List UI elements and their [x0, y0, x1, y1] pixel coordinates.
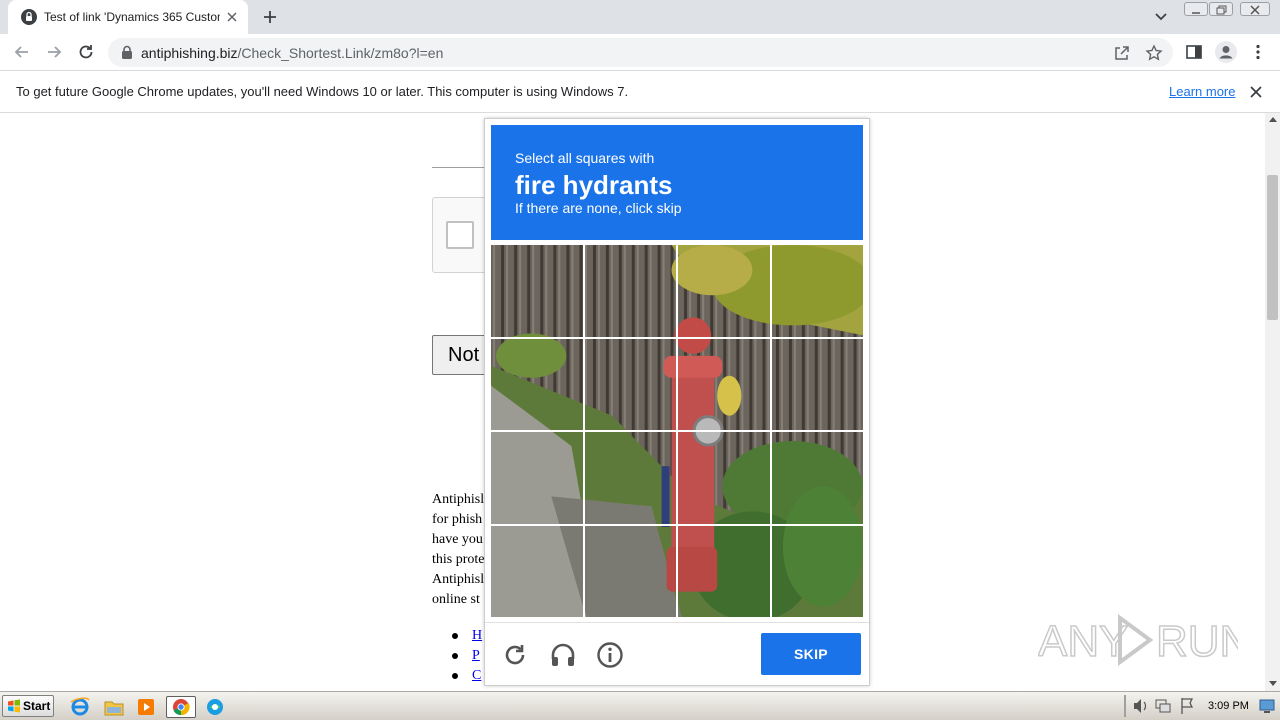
tab-title: Test of link 'Dynamics 365 Customer: [44, 10, 220, 24]
taskbar-clock: 3:09 PM: [1208, 700, 1249, 712]
close-window-button[interactable]: [1240, 2, 1270, 16]
restore-icon: [1216, 5, 1227, 15]
close-window-icon: [1250, 5, 1260, 15]
side-panel-icon[interactable]: [1184, 42, 1204, 62]
profile-avatar-icon[interactable]: [1214, 40, 1238, 64]
tab-strip: Test of link 'Dynamics 365 Customer: [0, 0, 1280, 34]
lock-icon[interactable]: [120, 45, 134, 60]
svg-text:RUN: RUN: [1156, 617, 1238, 666]
reload-challenge-icon[interactable]: [501, 641, 529, 669]
page-link[interactable]: P: [472, 648, 480, 663]
url-host: antiphishing.biz: [141, 45, 238, 61]
infobar-close-icon[interactable]: [1249, 85, 1263, 99]
image-tile[interactable]: [491, 338, 583, 430]
image-tile[interactable]: [678, 338, 770, 430]
address-bar[interactable]: antiphishing.biz/Check_Shortest.Link/zm8…: [108, 38, 1173, 67]
audio-challenge-headphones-icon[interactable]: [549, 641, 577, 669]
image-tile[interactable]: [678, 525, 770, 617]
captcha-challenge-popup: Select all squares with fire hydrants If…: [484, 118, 870, 686]
screen: Test of link 'Dynamics 365 Customer anti…: [0, 0, 1280, 720]
learn-more-link[interactable]: Learn more: [1169, 84, 1235, 99]
image-tile[interactable]: [491, 245, 583, 337]
info-icon[interactable]: [596, 641, 624, 669]
chrome-icon: [173, 699, 190, 716]
body-line: online st: [432, 592, 480, 607]
media-player-icon[interactable]: [134, 696, 158, 718]
body-line: have you: [432, 532, 483, 547]
edge-icon[interactable]: [203, 696, 227, 718]
browser-toolbar: antiphishing.biz/Check_Shortest.Link/zm8…: [0, 34, 1280, 71]
skip-button[interactable]: SKIP: [761, 633, 861, 675]
svg-text:ANY: ANY: [1038, 617, 1128, 666]
image-tile[interactable]: [678, 432, 770, 524]
challenge-target: fire hydrants: [515, 170, 673, 200]
start-button[interactable]: Start: [2, 695, 54, 717]
challenge-header: Select all squares with fire hydrants If…: [491, 125, 863, 240]
image-tile[interactable]: [491, 432, 583, 524]
system-tray: [1124, 695, 1275, 717]
new-tab-icon[interactable]: [260, 7, 280, 27]
image-tile[interactable]: [584, 432, 676, 524]
recaptcha-checkbox[interactable]: [446, 221, 474, 249]
internet-explorer-icon[interactable]: [68, 696, 92, 718]
restore-button[interactable]: [1209, 2, 1233, 16]
scroll-down-arrow-icon[interactable]: [1269, 681, 1277, 686]
image-tile[interactable]: [678, 245, 770, 337]
image-tile[interactable]: [771, 432, 863, 524]
challenge-instruction: Select all squares with: [515, 150, 655, 166]
image-tile[interactable]: [584, 245, 676, 337]
image-tile[interactable]: [771, 245, 863, 337]
page-link[interactable]: H: [472, 628, 482, 643]
windows-flag-icon: [8, 699, 20, 713]
more-menu-icon[interactable]: [1248, 42, 1268, 62]
start-label: Start: [23, 699, 51, 713]
reload-icon[interactable]: [76, 42, 96, 62]
url-text: antiphishing.biz/Check_Shortest.Link/zm8…: [141, 45, 443, 61]
infobar-message: To get future Google Chrome updates, you…: [16, 84, 629, 99]
image-tile[interactable]: [771, 338, 863, 430]
file-explorer-folder-icon[interactable]: [102, 696, 126, 718]
body-line: Antiphisl: [432, 572, 485, 587]
browser-tab[interactable]: Test of link 'Dynamics 365 Customer: [8, 0, 248, 34]
image-tile[interactable]: [771, 525, 863, 617]
body-line: this prote: [432, 552, 485, 567]
forward-arrow-icon[interactable]: [44, 42, 64, 62]
url-path: /Check_Shortest.Link/zm8o?l=en: [237, 45, 444, 61]
update-infobar: To get future Google Chrome updates, you…: [0, 71, 1280, 113]
tab-search-chevron-icon[interactable]: [1152, 9, 1170, 25]
challenge-footer: SKIP: [485, 622, 869, 686]
body-line: for phish: [432, 512, 483, 527]
scroll-up-arrow-icon[interactable]: [1269, 117, 1277, 122]
page-link[interactable]: C: [472, 668, 481, 683]
scrollbar-thumb[interactable]: [1267, 175, 1278, 320]
minimize-button[interactable]: [1184, 2, 1208, 16]
back-arrow-icon[interactable]: [12, 42, 32, 62]
image-tile-grid[interactable]: [491, 245, 863, 617]
watermark-logo: ANY RUN: [1038, 614, 1238, 667]
challenge-hint: If there are none, click skip: [515, 200, 682, 216]
minimize-icon: [1192, 12, 1200, 14]
body-line: Antiphisl: [432, 492, 485, 507]
page-scrollbar[interactable]: [1265, 113, 1280, 691]
bookmark-star-icon[interactable]: [1145, 44, 1163, 62]
image-tile[interactable]: [491, 525, 583, 617]
image-tile[interactable]: [584, 338, 676, 430]
share-icon[interactable]: [1113, 44, 1131, 62]
divider: [432, 167, 492, 168]
windows-taskbar: Start 3:09 PM: [0, 691, 1280, 720]
chrome-taskbar-button[interactable]: [166, 696, 196, 718]
tab-close-icon[interactable]: [224, 9, 240, 25]
body-paragraph: Antiphisl for phish have you this prote …: [432, 490, 492, 610]
image-tile[interactable]: [584, 525, 676, 617]
tab-favicon-lock-icon: [21, 9, 37, 25]
